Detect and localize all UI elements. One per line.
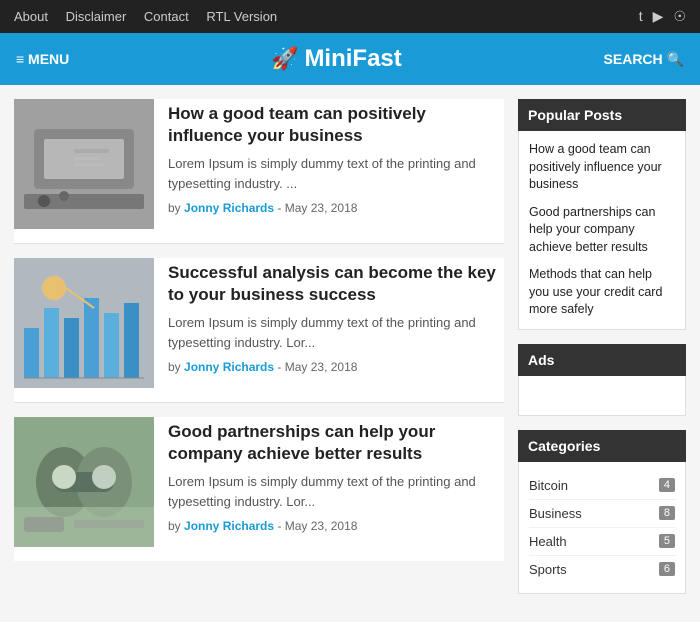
category-count: 5 xyxy=(659,534,675,548)
category-item[interactable]: Business 8 xyxy=(529,500,675,528)
ads-widget: Ads xyxy=(518,344,686,416)
category-item[interactable]: Sports 6 xyxy=(529,556,675,583)
popular-post-item[interactable]: Good partnerships can help your company … xyxy=(529,204,675,257)
article-content-2: Successful analysis can become the key t… xyxy=(168,258,504,388)
article-image-1 xyxy=(14,99,154,229)
category-item[interactable]: Bitcoin 4 xyxy=(529,472,675,500)
popular-posts-body: How a good team can positively influence… xyxy=(518,131,686,330)
categories-list: Bitcoin 4 Business 8 Health 5 Sports 6 xyxy=(529,472,675,583)
twitter-icon[interactable]: t xyxy=(639,8,643,25)
article-image-3 xyxy=(14,417,154,547)
category-count: 6 xyxy=(659,562,675,576)
top-bar: About Disclaimer Contact RTL Version  t… xyxy=(0,0,700,33)
category-name: Health xyxy=(529,534,567,549)
category-name: Bitcoin xyxy=(529,478,568,493)
article-date-2: May 23, 2018 xyxy=(285,360,358,374)
popular-posts-widget: Popular Posts How a good team can positi… xyxy=(518,99,686,330)
category-item[interactable]: Health 5 xyxy=(529,528,675,556)
article-content-3: Good partnerships can help your company … xyxy=(168,417,504,547)
top-bar-link-contact[interactable]: Contact xyxy=(144,9,189,24)
article-card: Good partnerships can help your company … xyxy=(14,417,504,561)
top-bar-link-about[interactable]: About xyxy=(14,9,48,24)
menu-button[interactable]: ≡ MENU xyxy=(16,51,69,67)
top-bar-link-disclaimer[interactable]: Disclaimer xyxy=(66,9,127,24)
popular-post-item[interactable]: How a good team can positively influence… xyxy=(529,141,675,194)
article-author-2[interactable]: Jonny Richards xyxy=(184,360,274,374)
article-title-1: How a good team can positively influence… xyxy=(168,103,504,147)
rss-icon[interactable]: ☉ xyxy=(673,8,686,25)
article-card: How a good team can positively influence… xyxy=(14,99,504,244)
search-button[interactable]: SEARCH 🔍 xyxy=(604,51,684,68)
logo-icon: 🚀 xyxy=(271,46,298,72)
top-bar-links: About Disclaimer Contact RTL Version xyxy=(14,9,291,24)
article-title-3: Good partnerships can help your company … xyxy=(168,421,504,465)
category-name: Business xyxy=(529,506,582,521)
ads-title: Ads xyxy=(518,344,686,376)
sidebar: Popular Posts How a good team can positi… xyxy=(518,99,686,608)
article-date-3: May 23, 2018 xyxy=(285,519,358,533)
article-title-2: Successful analysis can become the key t… xyxy=(168,262,504,306)
main-layout: How a good team can positively influence… xyxy=(0,85,700,622)
article-content-1: How a good team can positively influence… xyxy=(168,99,504,229)
categories-title: Categories xyxy=(518,430,686,462)
popular-posts-title: Popular Posts xyxy=(518,99,686,131)
top-bar-link-rtl[interactable]: RTL Version xyxy=(206,9,277,24)
logo-text: MiniFast xyxy=(304,45,401,73)
ads-body xyxy=(518,376,686,416)
article-date-1: May 23, 2018 xyxy=(285,201,358,215)
youtube-icon[interactable]: ▶ xyxy=(653,8,664,25)
article-excerpt-3: Lorem Ipsum is simply dummy text of the … xyxy=(168,472,504,511)
popular-post-link-3[interactable]: Methods that can help you use your credi… xyxy=(529,267,662,316)
article-excerpt-1: Lorem Ipsum is simply dummy text of the … xyxy=(168,154,504,193)
article-author-3[interactable]: Jonny Richards xyxy=(184,519,274,533)
article-image-2 xyxy=(14,258,154,388)
article-excerpt-2: Lorem Ipsum is simply dummy text of the … xyxy=(168,313,504,352)
categories-widget: Categories Bitcoin 4 Business 8 Health 5 xyxy=(518,430,686,594)
article-meta-1: by Jonny Richards - May 23, 2018 xyxy=(168,201,504,215)
categories-body: Bitcoin 4 Business 8 Health 5 Sports 6 xyxy=(518,462,686,594)
header: ≡ MENU 🚀 MiniFast SEARCH 🔍 xyxy=(0,33,700,85)
article-card: Successful analysis can become the key t… xyxy=(14,258,504,403)
category-name: Sports xyxy=(529,562,567,577)
popular-post-link-2[interactable]: Good partnerships can help your company … xyxy=(529,205,655,254)
category-count: 8 xyxy=(659,506,675,520)
top-bar-social-icons:  t ▶ ☉ xyxy=(629,8,686,25)
article-meta-3: by Jonny Richards - May 23, 2018 xyxy=(168,519,504,533)
category-count: 4 xyxy=(659,478,675,492)
article-author-1[interactable]: Jonny Richards xyxy=(184,201,274,215)
site-logo: 🚀 MiniFast xyxy=(271,45,402,73)
articles-column: How a good team can positively influence… xyxy=(14,99,504,608)
article-meta-2: by Jonny Richards - May 23, 2018 xyxy=(168,360,504,374)
popular-post-link-1[interactable]: How a good team can positively influence… xyxy=(529,142,662,191)
popular-post-item[interactable]: Methods that can help you use your credi… xyxy=(529,266,675,319)
